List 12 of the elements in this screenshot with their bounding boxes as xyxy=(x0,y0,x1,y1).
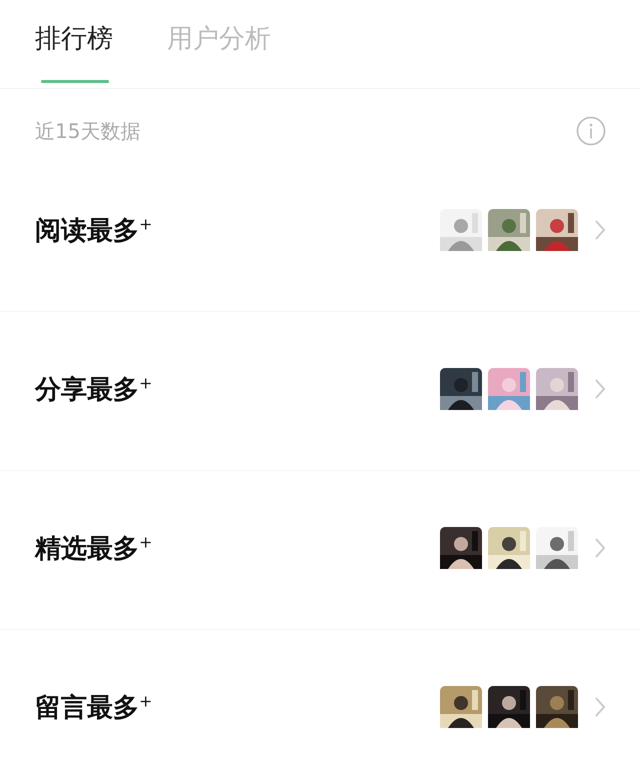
tab-indicator xyxy=(41,80,109,83)
ranking-title[interactable]: 分享最多$^{+}$ xyxy=(35,372,152,406)
chevron-right-icon[interactable] xyxy=(594,696,606,718)
chevron-right-icon[interactable] xyxy=(594,537,606,559)
chevron-right-icon[interactable] xyxy=(594,378,606,400)
chevron-right-icon[interactable] xyxy=(594,219,606,241)
date-range-label: 近15天数据 xyxy=(35,118,140,144)
tab[interactable]: 排行榜 xyxy=(35,18,113,58)
ranking-title[interactable]: 留言最多$^{+}$ xyxy=(35,690,152,724)
info-icon[interactable] xyxy=(576,116,606,146)
ranking-title[interactable]: 精选最多$^{+}$ xyxy=(35,530,152,566)
ranking-title[interactable]: 阅读最多$^{+}$ xyxy=(35,212,152,248)
